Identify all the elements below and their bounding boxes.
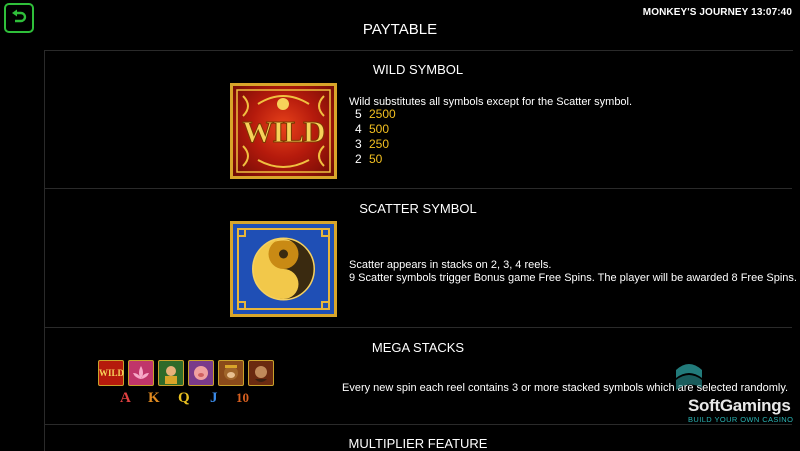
watermark-tagline: BUILD YOUR OWN CASINO: [688, 415, 794, 424]
pay-row: 3 250: [355, 137, 389, 152]
lotus-icon: [133, 366, 149, 379]
card-a: A: [120, 390, 131, 406]
pay-value: 2500: [369, 107, 396, 121]
mega-stacks-title: MEGA STACKS: [371, 340, 465, 355]
card-k: K: [148, 390, 160, 406]
pay-count: 4: [355, 122, 362, 136]
yin-yang-icon: [237, 228, 330, 310]
lotus-symbol: [128, 360, 154, 386]
page-title: PAYTABLE: [362, 21, 438, 38]
pig-symbol: [188, 360, 214, 386]
softgamings-watermark: SoftGamings BUILD YOUR OWN CASINO: [670, 362, 795, 424]
monkey-symbol: [218, 360, 244, 386]
game-name: MONKEY'S JOURNEY: [642, 7, 749, 18]
wild-section-title: WILD SYMBOL: [372, 62, 464, 77]
mini-wild-symbol: WILD: [98, 360, 124, 386]
card-q: Q: [178, 390, 190, 406]
divider: [44, 327, 792, 328]
pay-count: 5: [355, 107, 362, 121]
monkey-icon: [224, 365, 238, 380]
pay-row: 5 2500: [355, 107, 396, 122]
wild-symbol: WILD: [230, 83, 337, 179]
monk-symbol: [158, 360, 184, 386]
wild-symbol-text: WILD: [242, 114, 326, 150]
sandy-symbol: [248, 360, 274, 386]
pay-value: 250: [369, 137, 390, 151]
pay-value: 50: [369, 152, 383, 166]
pay-count: 3: [355, 137, 362, 151]
divider: [44, 188, 792, 189]
monk-icon: [165, 366, 177, 384]
softgamings-logo-icon: [676, 364, 702, 390]
card-j: J: [210, 390, 218, 406]
clock-time: 13:07:40: [751, 7, 792, 18]
pay-row: 2 50: [355, 152, 382, 167]
pig-icon: [194, 366, 208, 380]
pay-row: 4 500: [355, 122, 389, 137]
scatter-line-2: 9 Scatter symbols trigger Bonus game Fre…: [349, 272, 797, 284]
scatter-section-title: SCATTER SYMBOL: [359, 201, 477, 216]
scatter-line-1: Scatter appears in stacks on 2, 3, 4 ree…: [349, 259, 552, 271]
divider: [44, 424, 792, 425]
multiplier-section-title: MULTIPLIER FEATURE: [348, 436, 488, 451]
scatter-symbol: [230, 221, 337, 317]
warrior-icon: [255, 366, 267, 382]
watermark-brand: SoftGamings: [688, 396, 791, 415]
game-info: MONKEY'S JOURNEY 13:07:40: [643, 7, 792, 18]
mini-wild-text: WILD: [99, 368, 125, 378]
card-10: 10: [236, 390, 249, 405]
pay-value: 500: [369, 122, 390, 136]
pay-count: 2: [355, 152, 362, 166]
